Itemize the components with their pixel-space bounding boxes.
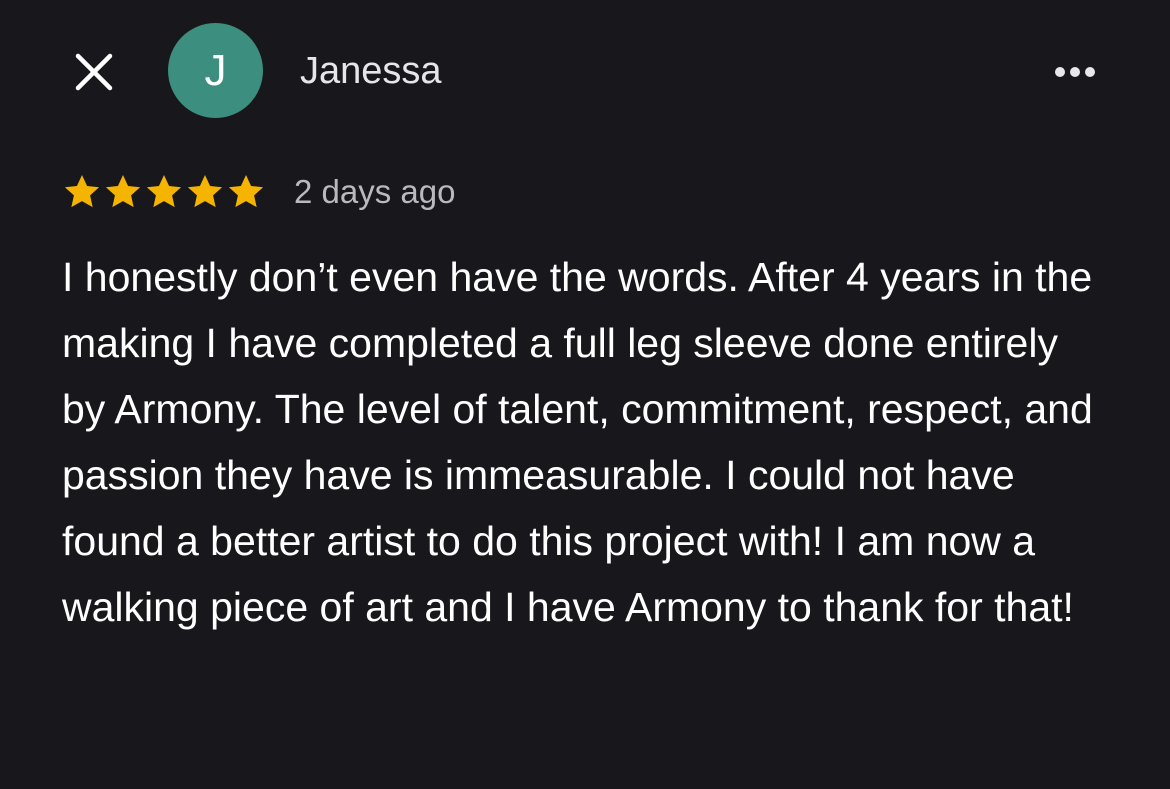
avatar[interactable]: J bbox=[168, 23, 263, 118]
star-icon bbox=[62, 172, 102, 212]
more-options-button[interactable] bbox=[1040, 52, 1110, 92]
star-icon bbox=[144, 172, 184, 212]
close-icon bbox=[75, 53, 113, 91]
reviewer-name[interactable]: Janessa bbox=[300, 48, 442, 94]
rating-row: 2 days ago bbox=[62, 168, 455, 216]
star-icon bbox=[103, 172, 143, 212]
star-icon bbox=[226, 172, 266, 212]
more-horizontal-icon-dot bbox=[1070, 67, 1080, 77]
review-text: I honestly don’t even have the words. Af… bbox=[62, 254, 1093, 630]
avatar-initial: J bbox=[204, 45, 227, 95]
star-rating bbox=[62, 172, 266, 212]
more-horizontal-icon-dot bbox=[1085, 67, 1095, 77]
more-horizontal-icon bbox=[1055, 67, 1065, 77]
star-icon bbox=[185, 172, 225, 212]
review-date: 2 days ago bbox=[294, 173, 456, 210]
close-button[interactable] bbox=[72, 50, 116, 94]
